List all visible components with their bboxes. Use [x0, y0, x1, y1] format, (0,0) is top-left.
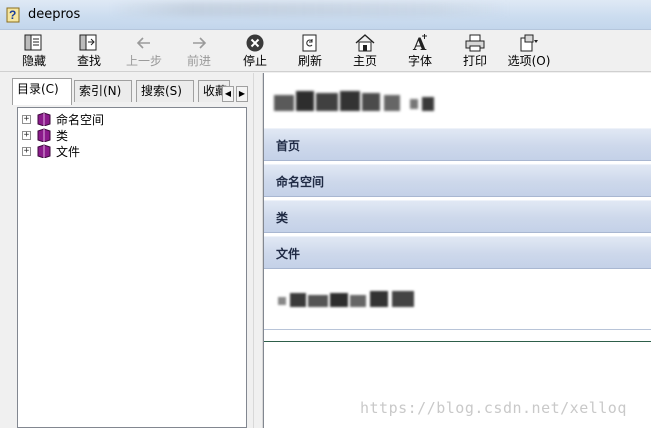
left-arrow-icon: ◀ — [224, 89, 232, 98]
tab-contents[interactable]: 目录(C) — [12, 78, 72, 105]
watermark-text: https://blog.csdn.net/xelloq — [360, 399, 627, 417]
expand-plus-icon[interactable]: + — [22, 114, 31, 124]
hide-icon — [24, 34, 42, 51]
stop-icon — [246, 34, 264, 52]
print-icon — [465, 34, 485, 52]
divider — [264, 329, 651, 330]
section-home[interactable]: 首页 — [264, 128, 651, 161]
locate-button[interactable]: 查找 — [65, 32, 113, 70]
forward-arrow-icon — [193, 37, 207, 49]
tab-index[interactable]: 索引(N) — [74, 80, 132, 102]
tab-scroll-left-button[interactable]: ◀ — [222, 86, 234, 102]
contents-tree: + 命名空间 + 类 + 文件 — [17, 107, 247, 428]
window-title: deepros — [28, 7, 81, 22]
tab-search[interactable]: 搜索(S) — [136, 80, 194, 102]
tree-item-classes[interactable]: + 类 — [22, 127, 68, 143]
refresh-icon — [302, 34, 317, 52]
home-icon — [355, 34, 375, 52]
pane-splitter[interactable] — [253, 73, 263, 428]
nav-tabs: 目录(C) 索引(N) 搜索(S) 收藏 ◀ ▶ — [12, 78, 252, 105]
expand-plus-icon[interactable]: + — [22, 130, 31, 140]
book-icon — [37, 112, 51, 126]
toolbar: 隐藏 查找 上一步 前进 停止 刷新 主页 A 字体 打印 选项(O) — [0, 30, 651, 72]
svg-text:?: ? — [9, 8, 16, 22]
blurred-description — [278, 287, 428, 311]
refresh-button[interactable]: 刷新 — [286, 32, 334, 70]
book-icon — [37, 144, 51, 158]
section-namespaces[interactable]: 命名空间 — [264, 164, 651, 197]
navigation-pane: 目录(C) 索引(N) 搜索(S) 收藏 ◀ ▶ + 命名空间 + 类 + 文件 — [0, 73, 258, 428]
tree-item-files[interactable]: + 文件 — [22, 143, 80, 159]
title-bar: ? deepros — [0, 0, 651, 30]
content-pane: 首页 命名空间 类 文件 — [263, 73, 651, 428]
stop-button[interactable]: 停止 — [231, 32, 279, 70]
section-files[interactable]: 文件 — [264, 236, 651, 269]
right-arrow-icon: ▶ — [238, 89, 246, 98]
options-icon — [520, 34, 538, 52]
options-button[interactable]: 选项(O) — [504, 32, 554, 70]
back-arrow-icon — [136, 37, 150, 49]
back-button[interactable]: 上一步 — [120, 32, 168, 70]
font-icon: A — [412, 34, 427, 53]
expand-plus-icon[interactable]: + — [22, 146, 31, 156]
tab-scroll-right-button[interactable]: ▶ — [236, 86, 248, 102]
home-button[interactable]: 主页 — [341, 32, 389, 70]
section-classes[interactable]: 类 — [264, 200, 651, 233]
locate-icon — [79, 34, 97, 51]
title-ghost — [110, 2, 510, 16]
footer-divider — [264, 341, 651, 342]
font-button[interactable]: A 字体 — [396, 32, 444, 70]
blurred-page-title — [274, 87, 434, 115]
forward-button[interactable]: 前进 — [175, 32, 223, 70]
print-button[interactable]: 打印 — [451, 32, 499, 70]
hide-button[interactable]: 隐藏 — [10, 32, 58, 70]
tree-item-namespaces[interactable]: + 命名空间 — [22, 111, 104, 127]
book-icon — [37, 128, 51, 142]
help-app-icon: ? — [6, 7, 20, 23]
